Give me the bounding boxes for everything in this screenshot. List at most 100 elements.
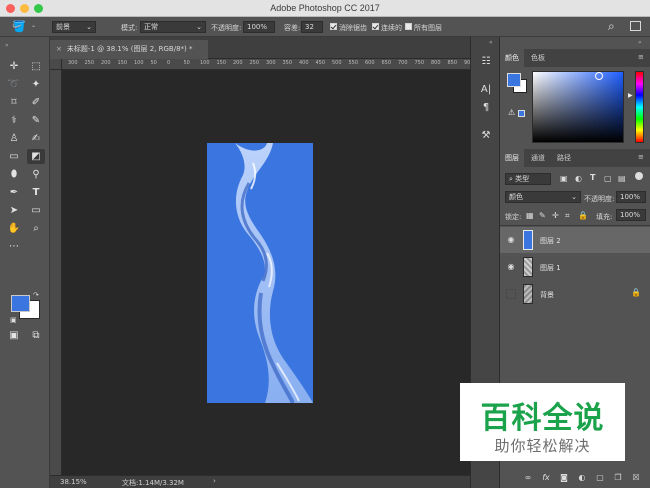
ruler-tick-label: 500 — [332, 60, 342, 66]
collapse-icon[interactable]: » — [5, 42, 9, 49]
filter-shape-icon[interactable]: ▢ — [604, 174, 612, 183]
new-layer-icon[interactable]: ❐ — [612, 472, 624, 484]
swap-colors-icon[interactable]: ↷ — [33, 291, 39, 299]
layer-row[interactable]: ◉ 图层 1 — [500, 254, 650, 280]
panel-menu-icon[interactable]: ≡ — [638, 153, 644, 161]
blur-tool-icon[interactable]: ⬮ — [5, 167, 23, 182]
ruler-origin[interactable] — [50, 59, 62, 70]
blend-mode-select[interactable]: 颜色 ⌄ — [505, 191, 581, 203]
tab-swatches[interactable]: 色板 — [526, 49, 550, 67]
gamut-color-swatch[interactable] — [518, 110, 525, 117]
layer-row[interactable]: ◉ 图层 2 — [500, 227, 650, 253]
more-tools-icon[interactable]: ⋯ — [5, 239, 23, 254]
default-colors-icon[interactable]: ▣ — [10, 316, 17, 324]
collapse-icon[interactable]: « — [489, 39, 493, 46]
workspace-icon[interactable] — [630, 21, 641, 31]
contiguous-label: 连续的 — [381, 24, 402, 32]
ruler-tick-label: 650 — [381, 60, 392, 66]
tab-color[interactable]: 颜色 — [500, 49, 524, 67]
quick-mask-icon[interactable]: ▣ — [5, 328, 23, 343]
collapse-icon[interactable]: » — [638, 39, 642, 46]
tools-panel: » ✛ ⬚ ➰ ✦ ⌑ ✐ ⚕ ✎ ♙ ✍ ▭ ◩ ⬮ ⚲ ✒ T ➤ ▭ ✋ … — [0, 37, 50, 488]
panel-menu-icon[interactable]: ≡ — [638, 53, 644, 61]
crop-tool-icon[interactable]: ⌑ — [5, 95, 23, 110]
visibility-toggle[interactable] — [506, 289, 516, 299]
lock-artboard-icon[interactable]: ⌗ — [565, 211, 570, 221]
all-layers-checkbox[interactable] — [405, 23, 412, 30]
search-icon[interactable]: ⌕ — [608, 19, 615, 34]
screen-mode-icon[interactable]: ⧉ — [27, 328, 45, 343]
lock-position-icon[interactable]: ✛ — [552, 211, 559, 220]
type-tool-icon[interactable]: T — [27, 185, 45, 200]
tab-paths[interactable]: 路径 — [552, 149, 576, 167]
layer-style-icon[interactable]: fx — [540, 472, 552, 484]
antialias-checkbox[interactable] — [330, 23, 337, 30]
document-tab[interactable]: × 未标题-1 @ 38.1% (图层 2, RGB/8*) * — [50, 40, 208, 59]
history-panel-icon[interactable]: ☷ — [479, 55, 493, 69]
layer-opacity-input[interactable]: 100% — [616, 191, 646, 203]
paint-bucket-tool-preset-icon[interactable]: 🪣 — [12, 20, 26, 33]
filter-adjustment-icon[interactable]: ◐ — [575, 174, 582, 183]
color-field[interactable] — [532, 71, 624, 143]
lasso-tool-icon[interactable]: ➰ — [5, 77, 23, 92]
visibility-eye-icon[interactable]: ◉ — [506, 235, 516, 245]
ruler-tick-label: 50 — [183, 60, 190, 66]
path-selection-tool-icon[interactable]: ➤ — [5, 203, 23, 218]
add-mask-icon[interactable]: ◙ — [558, 472, 570, 484]
link-layers-icon[interactable]: ∞ — [522, 472, 534, 484]
lock-all-icon[interactable]: 🔒 — [578, 211, 588, 220]
layer-filter-select[interactable]: ⌕ 类型 — [505, 173, 551, 185]
opacity-input[interactable]: 100% — [243, 21, 275, 33]
magic-wand-tool-icon[interactable]: ✦ — [27, 77, 45, 92]
move-tool-icon[interactable]: ✛ — [5, 59, 23, 74]
eyedropper-tool-icon[interactable]: ✐ — [27, 95, 45, 110]
layer-row[interactable]: 背景 🔒 — [500, 281, 650, 307]
lock-transparent-icon[interactable]: ▦ — [526, 211, 534, 220]
lock-pixels-icon[interactable]: ✎ — [539, 211, 546, 220]
hand-tool-icon[interactable]: ✋ — [5, 221, 23, 236]
new-group-icon[interactable]: ▢ — [594, 472, 606, 484]
foreground-color-swatch[interactable] — [11, 295, 30, 312]
filter-pixel-icon[interactable]: ▣ — [560, 174, 568, 183]
chevron-right-icon[interactable]: › — [213, 477, 216, 485]
paragraph-panel-icon[interactable]: ¶ — [479, 101, 493, 115]
gamut-warning-icon[interactable]: ⚠ — [508, 108, 515, 117]
pen-tool-icon[interactable]: ✒ — [5, 185, 23, 200]
fill-source-select[interactable]: 前景 ⌄ — [52, 21, 96, 33]
character-panel-icon[interactable]: A| — [479, 83, 493, 97]
dodge-tool-icon[interactable]: ⚲ — [27, 167, 45, 182]
hue-slider[interactable] — [635, 71, 644, 143]
paint-bucket-tool-icon[interactable]: ◩ — [27, 149, 45, 164]
adjustment-layer-icon[interactable]: ◐ — [576, 472, 588, 484]
healing-brush-tool-icon[interactable]: ⚕ — [5, 113, 23, 128]
color-panel-foreground-swatch[interactable] — [507, 73, 521, 87]
close-icon[interactable]: × — [56, 45, 62, 53]
eraser-tool-icon[interactable]: ▭ — [5, 149, 23, 164]
brush-tool-icon[interactable]: ✎ — [27, 113, 45, 128]
tab-layers[interactable]: 图层 — [500, 149, 524, 167]
rectangle-tool-icon[interactable]: ▭ — [27, 203, 45, 218]
filter-toggle-icon[interactable] — [635, 172, 643, 180]
contiguous-checkbox[interactable] — [372, 23, 379, 30]
chevron-down-icon[interactable]: ⌄ — [31, 22, 36, 29]
history-brush-tool-icon[interactable]: ✍ — [27, 131, 45, 146]
document-canvas[interactable] — [207, 143, 313, 403]
delete-layer-icon[interactable]: ☒ — [630, 472, 642, 484]
zoom-tool-icon[interactable]: ⌕ — [27, 221, 45, 236]
opacity-value: 100% — [247, 23, 268, 31]
visibility-eye-icon[interactable]: ◉ — [506, 262, 516, 272]
clone-stamp-tool-icon[interactable]: ♙ — [5, 131, 23, 146]
zoom-level[interactable]: 38.15% — [60, 478, 87, 486]
filter-type-icon[interactable]: T — [590, 173, 595, 182]
hue-slider-handle-icon[interactable]: ▶ — [628, 92, 633, 99]
properties-panel-icon[interactable]: ⚒ — [479, 129, 493, 143]
mode-select[interactable]: 正常 ⌄ — [140, 21, 206, 33]
tolerance-input[interactable]: 32 — [301, 21, 323, 33]
filter-smart-object-icon[interactable]: ▤ — [618, 174, 626, 183]
color-picker-cursor[interactable] — [595, 72, 603, 80]
fill-input[interactable]: 100% — [616, 209, 646, 221]
options-bar: 🪣 ⌄ 前景 ⌄ 模式: 正常 ⌄ 不透明度: 100% 容差: 32 消除锯齿… — [0, 17, 650, 37]
tab-channels[interactable]: 通道 — [526, 149, 550, 167]
marquee-tool-icon[interactable]: ⬚ — [27, 59, 45, 74]
ruler-tick-label: 200 — [233, 60, 243, 66]
